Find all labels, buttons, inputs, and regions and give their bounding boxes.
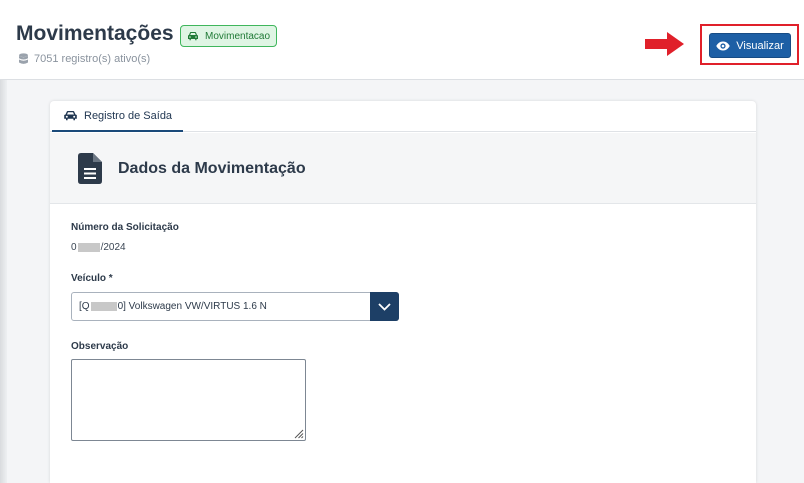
- page-title: Movimentações: [16, 22, 174, 45]
- request-number-prefix: 0: [71, 242, 77, 253]
- record-count-text: 7051 registro(s) ativo(s): [34, 53, 151, 65]
- vehicle-select-toggle[interactable]: [370, 292, 399, 321]
- observation-textarea[interactable]: [71, 359, 306, 441]
- module-badge-label: Movimentacao: [205, 30, 271, 42]
- module-badge: Movimentacao: [180, 25, 278, 47]
- request-number-label: Número da Solicitação: [71, 222, 179, 233]
- annotation-arrow: [645, 32, 684, 56]
- database-icon: [19, 53, 28, 64]
- observation-label: Observação: [71, 341, 129, 352]
- sidebar-edge: [0, 80, 7, 483]
- request-number-suffix: /2024: [100, 242, 126, 253]
- vehicle-value-suffix: 0] Volkswagen VW/VIRTUS 1.6 N: [117, 301, 267, 312]
- section-title: Dados da Movimentação: [118, 160, 306, 177]
- eye-icon: [716, 41, 730, 50]
- tab-bar: Registro de Saída: [50, 101, 756, 132]
- car-icon: [64, 111, 77, 121]
- view-button[interactable]: Visualizar: [709, 33, 791, 58]
- document-icon: [78, 153, 102, 184]
- tab-label: Registro de Saída: [84, 109, 173, 122]
- car-icon: [188, 32, 198, 41]
- vehicle-value-prefix: [Q: [79, 301, 90, 312]
- record-count: 7051 registro(s) ativo(s): [18, 53, 150, 65]
- form-card: Registro de Saída Dados da Movimentação …: [50, 101, 756, 483]
- resize-grip-icon[interactable]: [292, 427, 304, 439]
- redacted-block: [77, 242, 100, 252]
- vehicle-select[interactable]: [Q 0] Volkswagen VW/VIRTUS 1.6 N: [71, 292, 399, 321]
- request-number-value: 0/2024: [71, 242, 126, 253]
- tab-registro-de-saida[interactable]: Registro de Saída: [52, 101, 184, 132]
- chevron-down-icon: [378, 302, 391, 311]
- redacted-block: [90, 301, 117, 311]
- view-button-label: Visualizar: [736, 39, 784, 52]
- vehicle-label: Veículo *: [71, 273, 113, 284]
- vehicle-select-value: [Q 0] Volkswagen VW/VIRTUS 1.6 N: [79, 301, 267, 312]
- section-header: Dados da Movimentação: [50, 133, 756, 204]
